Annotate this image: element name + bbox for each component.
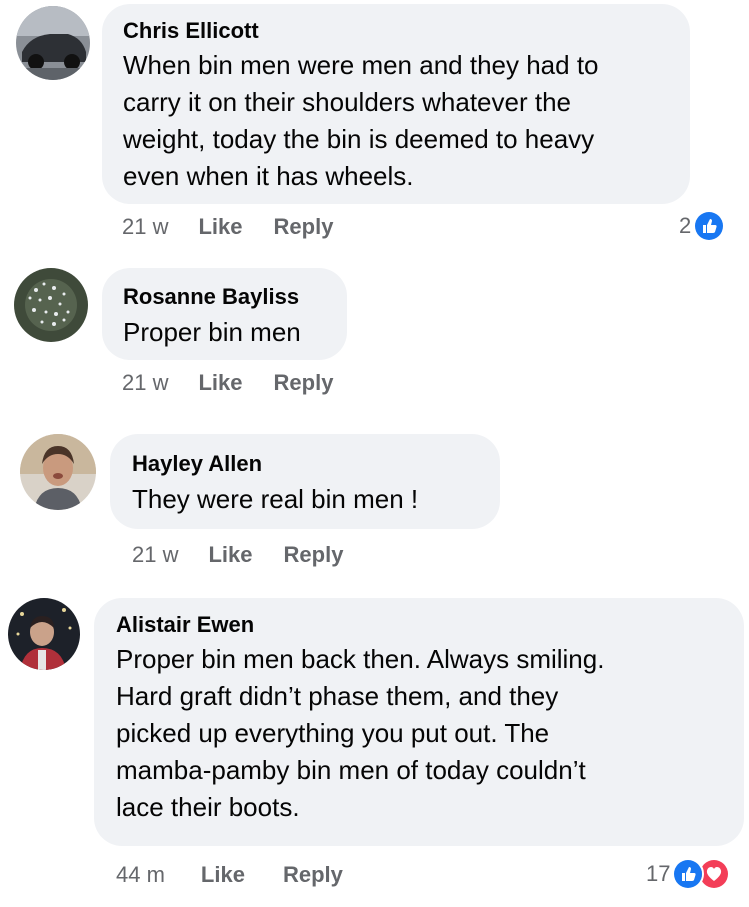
comment-line: When bin men were men and they had to [123,50,599,80]
comment-bubble: Alistair Ewen Proper bin men back then. … [94,598,744,846]
comment-actions: 44 m Like Reply [116,862,343,888]
like-button[interactable]: Like [208,542,252,568]
comment-author[interactable]: Hayley Allen [132,451,480,477]
comment-text: When bin men were men and they had to ca… [123,47,670,195]
avatar[interactable] [8,598,80,670]
reaction-summary[interactable]: 17 [646,858,731,890]
comment-actions: 21 w Like Reply [122,214,333,240]
comment-timestamp[interactable]: 21 w [122,214,168,240]
reaction-summary[interactable]: 2 [679,210,726,242]
reaction-count: 2 [679,213,692,238]
like-button[interactable]: Like [198,214,242,240]
comment-line: They were real bin men ! [132,484,419,514]
comment-actions: 21 w Like Reply [132,542,343,568]
comment-line: lace their boots. [116,792,300,822]
comment-line: carry it on their shoulders whatever the [123,87,571,117]
comment-author[interactable]: Alistair Ewen [116,612,724,638]
comment-actions: 21 w Like Reply [122,370,333,396]
comment-timestamp[interactable]: 21 w [132,542,178,568]
comment-text: Proper bin men back then. Always smiling… [116,641,724,826]
comment-line: picked up everything you put out. The [116,718,550,748]
comment-author[interactable]: Chris Ellicott [123,18,670,44]
comment-line: Proper bin men back then. Always smiling… [116,644,605,674]
comment-line: Proper bin men [123,317,301,347]
comment-line: Hard graft didn’t phase them, and they [116,681,559,711]
like-icon [693,210,726,242]
comment-author[interactable]: Rosanne Bayliss [123,284,327,310]
reply-button[interactable]: Reply [284,542,344,568]
like-button[interactable]: Like [201,862,245,888]
comment-text: They were real bin men ! [132,481,480,518]
avatar[interactable] [14,268,88,342]
comment-bubble: Chris Ellicott When bin men were men and… [102,4,690,204]
reply-button[interactable]: Reply [274,370,334,396]
comment-bubble: Hayley Allen They were real bin men ! [110,434,500,529]
comment-text: Proper bin men [123,314,327,351]
comment-timestamp[interactable]: 44 m [116,862,165,888]
comment-bubble: Rosanne Bayliss Proper bin men [102,268,347,360]
reply-button[interactable]: Reply [283,862,343,888]
like-icon [672,858,705,890]
comment-line: even when it has wheels. [123,161,414,191]
reaction-count: 17 [646,861,671,886]
comment-line: weight, today the bin is deemed to heavy [123,124,595,154]
like-button[interactable]: Like [198,370,242,396]
avatar[interactable] [20,434,96,510]
reply-button[interactable]: Reply [274,214,334,240]
comment-timestamp[interactable]: 21 w [122,370,168,396]
comment-line: mamba-pamby bin men of today couldn’t [116,755,586,785]
avatar[interactable] [16,6,90,80]
